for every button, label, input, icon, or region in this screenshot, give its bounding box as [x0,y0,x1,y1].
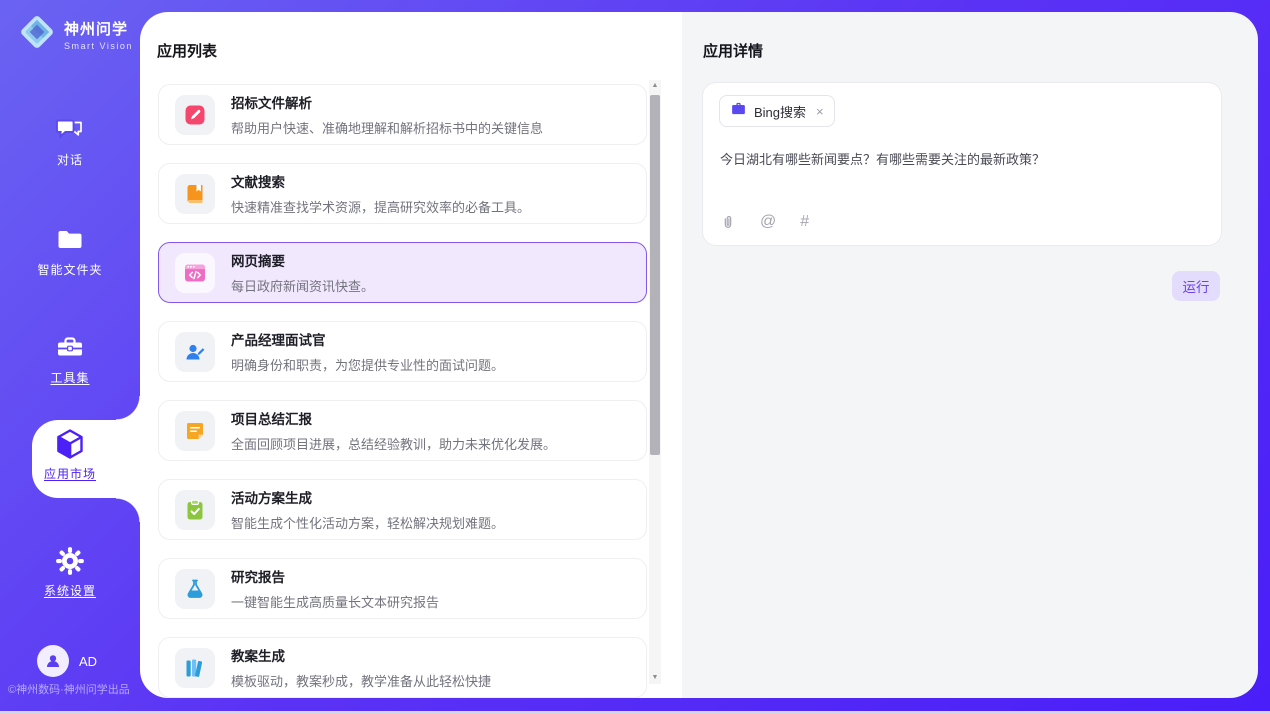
app-list-panel: 应用列表 招标文件解析帮助用户快速、准确地理解和解析招标书中的关键信息文献搜索快… [140,12,682,698]
gem-logo-icon [18,13,56,56]
app-card-title: 文献搜索 [231,171,530,191]
scrollbar-thumb[interactable] [650,95,660,455]
app-card-description: 帮助用户快速、准确地理解和解析招标书中的关键信息 [231,118,543,137]
app-card-title: 项目总结汇报 [231,408,556,428]
gear-icon [0,543,140,579]
toolbox-icon [0,330,140,366]
prompt-text: 今日湖北有哪些新闻要点？有哪些需要关注的最新政策？ [720,149,1200,168]
sidebar-item-label: 智能文件夹 [0,261,140,278]
sidebar-item-label: 应用市场 [0,465,140,482]
sidebar-item-chat[interactable]: 对话 [0,112,140,168]
app-card-title: 招标文件解析 [231,92,543,112]
app-card-title: 网页摘要 [231,250,374,270]
book-icon [175,174,215,214]
app-card[interactable]: 产品经理面试官明确身份和职责，为您提供专业性的面试问题。 [158,321,647,382]
app-card-description: 每日政府新闻资讯快查。 [231,276,374,295]
app-card-description: 模板驱动，教案秒成，教学准备从此轻松快捷 [231,671,491,690]
logo-subtitle: Smart Vision [64,41,133,51]
app-card[interactable]: 活动方案生成智能生成个性化活动方案，轻松解决规划难题。 [158,479,647,540]
sidebar-item-tools[interactable]: 工具集 [0,330,140,386]
app-detail-title: 应用详情 [703,40,763,61]
paperclip-icon[interactable] [720,213,736,231]
app-card-title: 研究报告 [231,566,439,586]
scroll-up-icon[interactable]: ▲ [649,80,661,92]
app-card-title: 活动方案生成 [231,487,504,507]
tool-tag-bing-search[interactable]: Bing搜索 × [719,95,835,127]
chat-icon [0,112,140,148]
flask-icon [175,569,215,609]
user-name: AD [79,654,97,669]
app-card-description: 快速精准查找学术资源，提高研究效率的必备工具。 [231,197,530,216]
folder-icon [0,222,140,258]
sidebar-item-market[interactable]: 应用市场 [0,426,140,482]
app-card-title: 产品经理面试官 [231,329,504,349]
interviewer-icon [175,332,215,372]
copyright-text: ©神州数码·神州问学出品 [8,681,142,697]
close-icon[interactable]: × [816,104,824,119]
sidebar-item-settings[interactable]: 系统设置 [0,543,140,599]
avatar [37,645,69,677]
web-page-icon [175,253,215,293]
sidebar-item-label: 系统设置 [0,582,140,599]
app-card[interactable]: 网页摘要每日政府新闻资讯快查。 [158,242,647,303]
scroll-down-icon[interactable]: ▼ [649,672,661,684]
sidebar-item-label: 对话 [0,151,140,168]
app-card-description: 全面回顾项目进展，总结经验教训，助力未来优化发展。 [231,434,556,453]
tool-tag-label: Bing搜索 [754,102,806,121]
sidebar-item-label: 工具集 [0,369,140,386]
run-button[interactable]: 运行 [1172,271,1220,301]
app-card[interactable]: 文献搜索快速精准查找学术资源，提高研究效率的必备工具。 [158,163,647,224]
tender-doc-icon [175,95,215,135]
summary-note-icon [175,411,215,451]
hash-tag-icon[interactable]: # [800,213,809,231]
app-list: 招标文件解析帮助用户快速、准确地理解和解析招标书中的关键信息文献搜索快速精准查找… [158,84,647,698]
at-mention-icon[interactable]: @ [760,213,776,231]
app-card-description: 一键智能生成高质量长文本研究报告 [231,592,439,611]
app-card-description: 智能生成个性化活动方案，轻松解决规划难题。 [231,513,504,532]
app-card[interactable]: 招标文件解析帮助用户快速、准确地理解和解析招标书中的关键信息 [158,84,647,145]
app-card[interactable]: 研究报告一键智能生成高质量长文本研究报告 [158,558,647,619]
app-logo: 神州问学 Smart Vision [18,13,133,56]
app-card-description: 明确身份和职责，为您提供专业性的面试问题。 [231,355,504,374]
briefcase-icon [730,100,747,122]
clipboard-check-icon [175,490,215,530]
logo-title: 神州问学 [64,18,133,39]
app-window: 神州问学 Smart Vision 对话智能文件夹工具集应用市场系统设置 AD … [0,0,1270,714]
sidebar: 神州问学 Smart Vision 对话智能文件夹工具集应用市场系统设置 AD … [0,0,140,714]
attachment-toolbar: @ # [720,213,809,231]
prompt-card: Bing搜索 × 今日湖北有哪些新闻要点？有哪些需要关注的最新政策？ @ # [702,82,1222,246]
cube-icon [0,426,140,462]
sidebar-item-folders[interactable]: 智能文件夹 [0,222,140,278]
app-card-title: 教案生成 [231,645,491,665]
app-detail-panel: 应用详情 Bing搜索 × 今日湖北有哪些新闻要点？有哪些需要关注的最新政策？ … [682,12,1258,698]
app-card[interactable]: 项目总结汇报全面回顾项目进展，总结经验教训，助力未来优化发展。 [158,400,647,461]
user-profile[interactable]: AD [37,645,97,677]
app-list-title: 应用列表 [157,40,217,61]
app-card[interactable]: 教案生成模板驱动，教案秒成，教学准备从此轻松快捷 [158,637,647,698]
scrollbar[interactable]: ▲ ▼ [649,80,661,684]
books-icon [175,648,215,688]
